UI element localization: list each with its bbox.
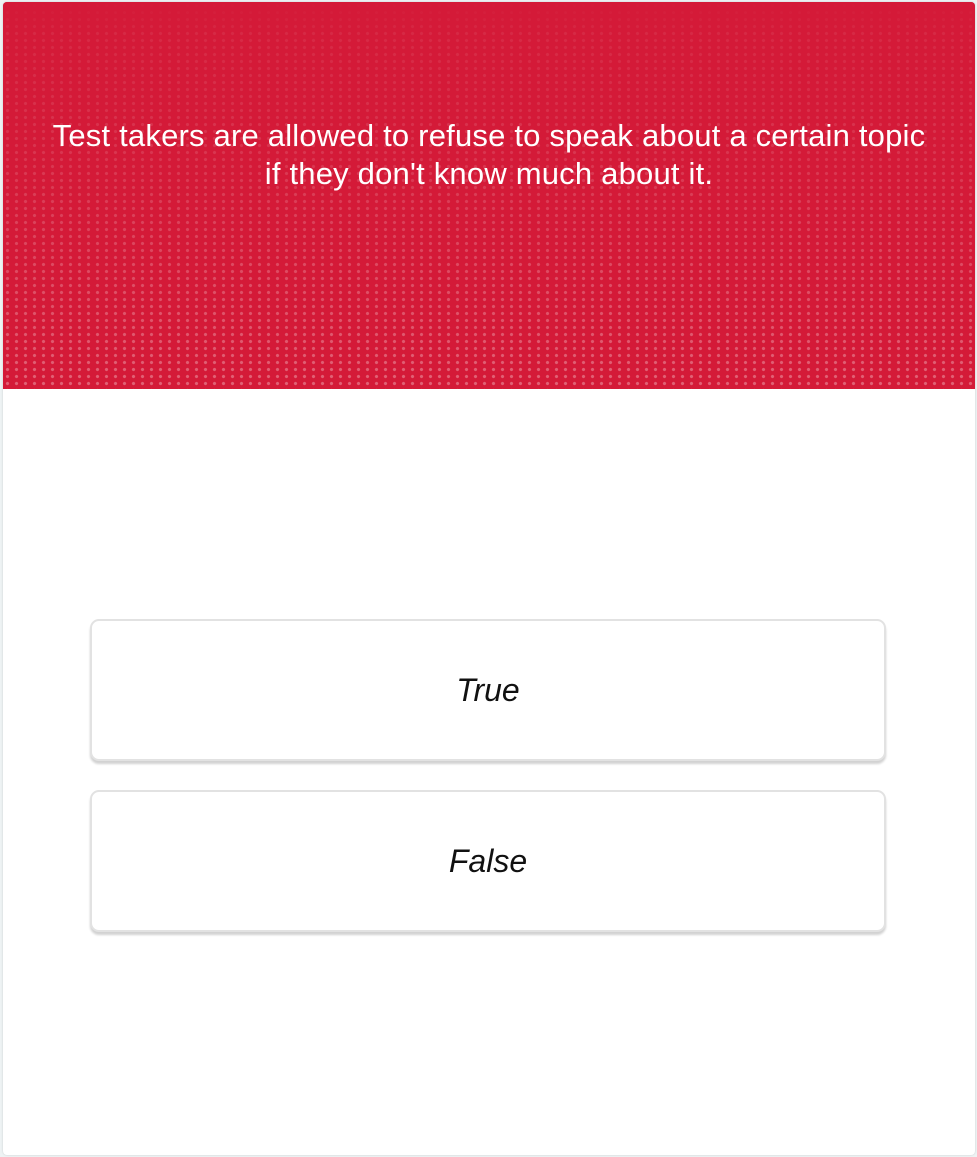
question-header: Test takers are allowed to refuse to spe… — [3, 2, 975, 389]
halftone-dot-pattern — [3, 2, 975, 389]
answer-option-false[interactable]: False — [90, 790, 886, 932]
answer-label-false: False — [448, 842, 528, 879]
quiz-card: Test takers are allowed to refuse to spe… — [3, 2, 975, 1155]
answer-label-true: True — [456, 671, 520, 708]
answer-option-true[interactable]: True — [90, 619, 886, 761]
header-fade — [3, 2, 975, 32]
question-text: Test takers are allowed to refuse to spe… — [52, 118, 926, 191]
